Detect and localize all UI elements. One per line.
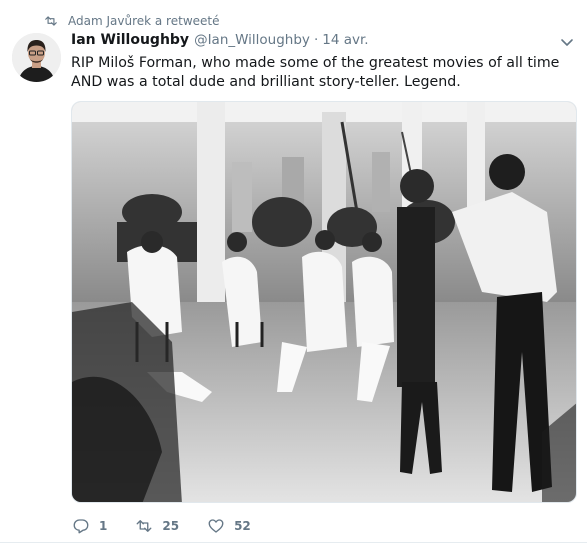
tweet-header: Ian Willoughby @Ian_Willoughby · 14 avr. (71, 32, 369, 52)
tweet-timestamp[interactable]: 14 avr. (322, 32, 368, 48)
avatar-image (12, 33, 61, 82)
chevron-down-icon[interactable] (559, 36, 575, 50)
tweet-text: RIP Miloš Forman, who made some of the g… (71, 55, 560, 90)
author-name[interactable]: Ian Willoughby (71, 32, 189, 48)
tweet-actions: 1 25 52 (72, 515, 279, 537)
like-button[interactable]: 52 (207, 517, 251, 535)
retweet-icon (45, 16, 57, 26)
retweet-button[interactable]: 25 (135, 517, 179, 535)
header-separator: · (313, 32, 319, 48)
tweet-photo[interactable] (71, 101, 577, 503)
reply-icon (73, 519, 89, 534)
like-count: 52 (234, 519, 251, 533)
retweet-context: Adam Javůrek a retweeté (44, 12, 219, 30)
photo-image (72, 102, 576, 502)
retweet-icon (136, 520, 152, 532)
author-handle[interactable]: @Ian_Willoughby (194, 32, 310, 48)
tweet[interactable]: Adam Javůrek a retweeté Ian Willoughby @… (0, 0, 587, 543)
retweet-context-text[interactable]: Adam Javůrek a retweeté (68, 14, 219, 28)
reply-count: 1 (99, 519, 108, 533)
heart-icon (208, 519, 224, 533)
reply-button[interactable]: 1 (72, 517, 107, 535)
avatar[interactable] (12, 33, 61, 82)
retweet-count: 25 (162, 519, 180, 533)
